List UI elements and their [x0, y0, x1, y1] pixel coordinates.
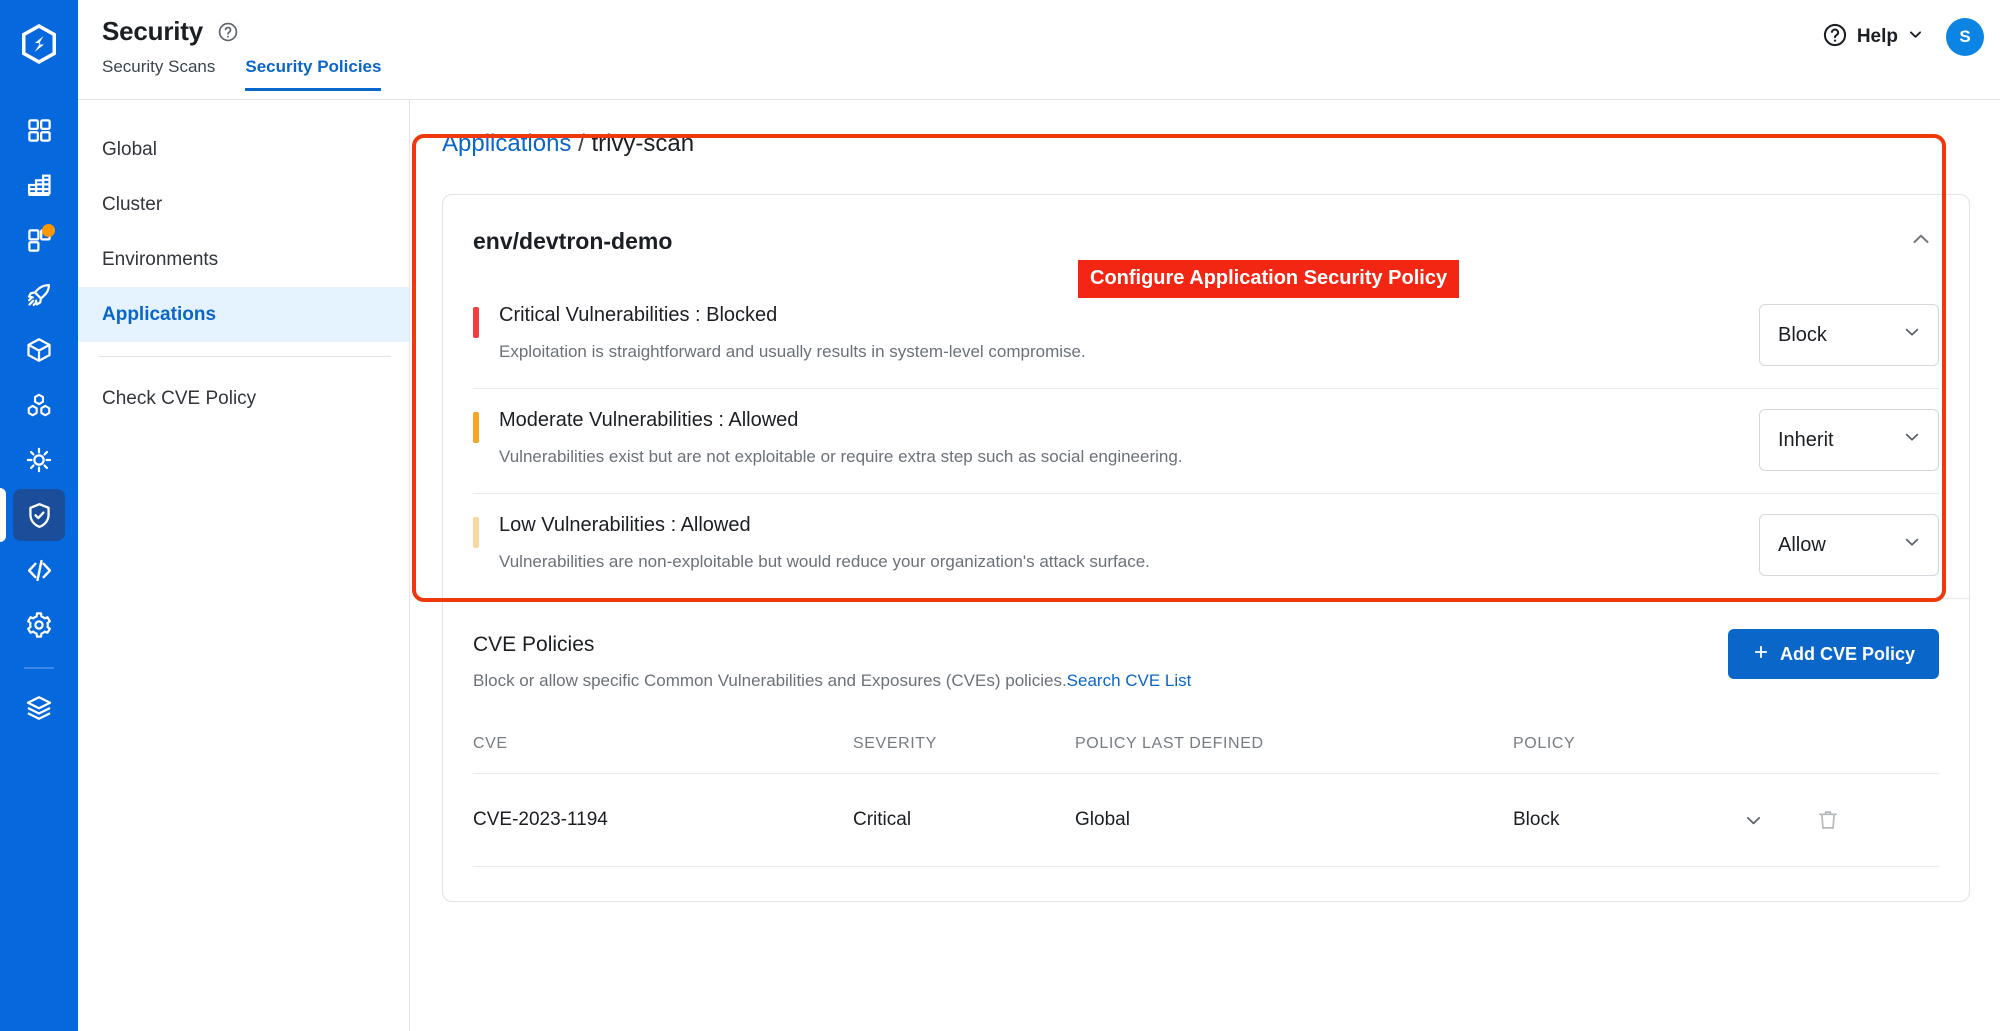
severity-row-moderate: Moderate Vulnerabilities : Allowed Vulne… — [443, 389, 1969, 493]
cve-policies-table: CVE SEVERITY POLICY LAST DEFINED POLICY … — [473, 735, 1939, 901]
severity-select-wrap: Inherit — [1759, 409, 1939, 471]
sidebar-item-check-cve-policy[interactable]: Check CVE Policy — [78, 371, 409, 426]
severity-title: Moderate Vulnerabilities : Allowed — [499, 409, 799, 431]
table-bottom-padding — [473, 867, 1939, 901]
sidebar-item-environments[interactable]: Environments — [78, 232, 409, 287]
select-value: Allow — [1778, 533, 1826, 556]
policy-card: env/devtron-demo Critical Vulnerabilitie… — [442, 194, 1970, 902]
breadcrumb-current: trivy-scan — [591, 130, 695, 157]
chevron-up-icon[interactable] — [1903, 223, 1939, 260]
cve-subtitle-text: Block or allow specific Common Vulnerabi… — [473, 671, 1067, 690]
table-header-row: CVE SEVERITY POLICY LAST DEFINED POLICY — [473, 735, 1939, 773]
severity-policy-select-moderate[interactable]: Inherit — [1759, 409, 1939, 471]
breadcrumb: Applications / trivy-scan — [442, 130, 1970, 158]
annotation-label: Configure Application Security Policy — [1078, 260, 1460, 298]
secondary-nav: Global Cluster Environments Applications… — [78, 100, 410, 1031]
body-split: Global Cluster Environments Applications… — [78, 100, 2000, 1031]
column-header-cve: CVE — [473, 735, 508, 752]
breadcrumb-separator: / — [578, 130, 585, 157]
sidebar-item-chart-table[interactable] — [13, 159, 65, 211]
help-label: Help — [1856, 26, 1898, 47]
cell-cve-id: CVE-2023-1194 — [473, 809, 608, 830]
sidebar-item-code[interactable] — [13, 544, 65, 596]
cve-policies-section: CVE Policies Block or allow specific Com… — [443, 599, 1969, 901]
sidebar-item-applications[interactable] — [13, 104, 65, 156]
severity-title: Critical Vulnerabilities : Blocked — [499, 304, 778, 326]
severity-text-block: Moderate Vulnerabilities : Allowed Vulne… — [479, 409, 1759, 467]
question-circle-icon[interactable] — [217, 21, 239, 43]
add-cve-policy-label: Add CVE Policy — [1779, 643, 1915, 664]
severity-row-critical: Critical Vulnerabilities : Blocked Explo… — [443, 284, 1969, 388]
cve-policies-title: CVE Policies — [473, 633, 595, 656]
severity-description: Vulnerabilities exist but are not exploi… — [499, 447, 1183, 466]
cve-policies-subtitle: Block or allow specific Common Vulnerabi… — [473, 671, 1939, 691]
chevron-down-icon — [1907, 26, 1924, 48]
question-circle-icon — [1822, 22, 1848, 53]
chevron-down-icon — [1902, 532, 1922, 558]
severity-title: Low Vulnerabilities : Allowed — [499, 514, 751, 536]
sidebar-item-deploy[interactable] — [13, 269, 65, 321]
header-tabs: Security Scans Security Policies — [78, 57, 2000, 91]
cell-policy: Block — [1513, 809, 1560, 830]
select-value: Block — [1778, 323, 1827, 346]
severity-select-wrap: Block — [1759, 304, 1939, 366]
severity-select-wrap: Allow — [1759, 514, 1939, 576]
sidebar-item-global[interactable]: Global — [78, 122, 409, 177]
severity-text-block: Low Vulnerabilities : Allowed Vulnerabil… — [479, 514, 1759, 572]
chevron-down-icon[interactable] — [1743, 810, 1764, 831]
policy-card-title: env/devtron-demo — [473, 228, 673, 254]
nav-divider — [98, 356, 391, 357]
sidebar-item-applications-policy[interactable]: Applications — [78, 287, 409, 342]
avatar[interactable]: S — [1946, 18, 1984, 56]
page-title: Security — [102, 16, 204, 46]
tab-security-scans[interactable]: Security Scans — [102, 57, 215, 91]
jobs-notification-badge — [42, 224, 55, 237]
sidebar-item-jobs[interactable] — [13, 214, 65, 266]
title-row: Security — [78, 0, 2000, 47]
breadcrumb-applications-link[interactable]: Applications — [442, 130, 571, 157]
sidebar-item-global-configurations[interactable] — [13, 599, 65, 651]
column-header-severity: SEVERITY — [853, 735, 937, 752]
primary-nav-rail — [0, 0, 78, 1031]
plus-icon — [1752, 643, 1770, 666]
chevron-down-icon — [1902, 322, 1922, 348]
row-actions — [1743, 808, 1840, 832]
severity-row-low: Low Vulnerabilities : Allowed Vulnerabil… — [443, 494, 1969, 598]
select-value: Inherit — [1778, 428, 1834, 451]
cell-severity: Critical — [853, 809, 912, 830]
chevron-down-icon — [1902, 427, 1922, 453]
column-header-policy-last-defined: POLICY LAST DEFINED — [1075, 735, 1264, 752]
severity-policy-select-low[interactable]: Allow — [1759, 514, 1939, 576]
rail-divider — [24, 667, 54, 669]
sidebar-item-cluster[interactable]: Cluster — [78, 177, 409, 232]
sidebar-item-stack-manager[interactable] — [13, 682, 65, 734]
sidebar-item-bulk-edit[interactable] — [13, 434, 65, 486]
main-region: Security Security Scans Security Policie… — [78, 0, 2000, 1031]
security-policies-page: Security Security Scans Security Policie… — [0, 0, 2000, 1031]
devtron-logo-icon[interactable] — [13, 18, 65, 70]
severity-policy-select-critical[interactable]: Block — [1759, 304, 1939, 366]
add-cve-policy-button[interactable]: Add CVE Policy — [1727, 629, 1939, 679]
active-indicator-notch — [0, 488, 6, 542]
search-cve-list-link[interactable]: Search CVE List — [1067, 671, 1192, 690]
trash-icon[interactable] — [1816, 808, 1840, 832]
tab-security-policies[interactable]: Security Policies — [245, 57, 382, 91]
header-actions: Help S — [1822, 18, 1984, 56]
table-row[interactable]: CVE-2023-1194 Critical Global Block — [473, 774, 1939, 866]
severity-text-block: Critical Vulnerabilities : Blocked Explo… — [479, 304, 1759, 362]
cell-policy-last-defined: Global — [1075, 809, 1130, 830]
top-header: Security Security Scans Security Policie… — [78, 0, 2000, 100]
severity-description: Exploitation is straightforward and usua… — [499, 342, 1086, 361]
column-header-policy: POLICY — [1513, 735, 1576, 752]
sidebar-item-clusters[interactable] — [13, 379, 65, 431]
content-area: Applications / trivy-scan Configure Appl… — [410, 100, 2000, 1031]
help-button[interactable]: Help — [1822, 22, 1924, 53]
sidebar-item-chart-store[interactable] — [13, 324, 65, 376]
severity-description: Vulnerabilities are non-exploitable but … — [499, 552, 1150, 571]
sidebar-item-security[interactable] — [0, 488, 65, 542]
